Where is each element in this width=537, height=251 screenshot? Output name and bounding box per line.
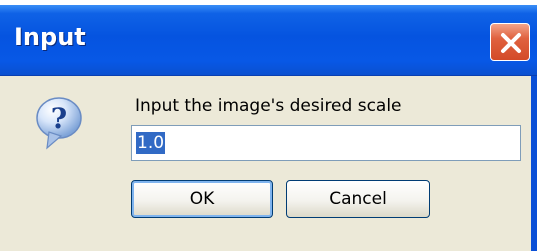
title-bar[interactable]: Input [0,5,537,76]
input-value: 1.0 [136,132,166,154]
cancel-button[interactable]: Cancel [286,180,430,218]
svg-text:?: ? [51,102,67,135]
close-button[interactable] [490,23,530,61]
dialog-body: ? Input the image's desired scale 1.0 OK… [0,76,531,251]
prompt-label: Input the image's desired scale [135,96,402,116]
input-dialog: Input ? Input the image's desired scale … [0,5,537,251]
cancel-label: Cancel [329,189,387,209]
close-icon [501,33,521,53]
scale-input[interactable]: 1.0 [131,125,521,161]
dialog-title: Input [14,23,86,51]
window-frame-right [531,76,537,251]
ok-button[interactable]: OK [131,180,273,218]
ok-label: OK [189,189,215,209]
question-icon: ? [36,97,82,150]
